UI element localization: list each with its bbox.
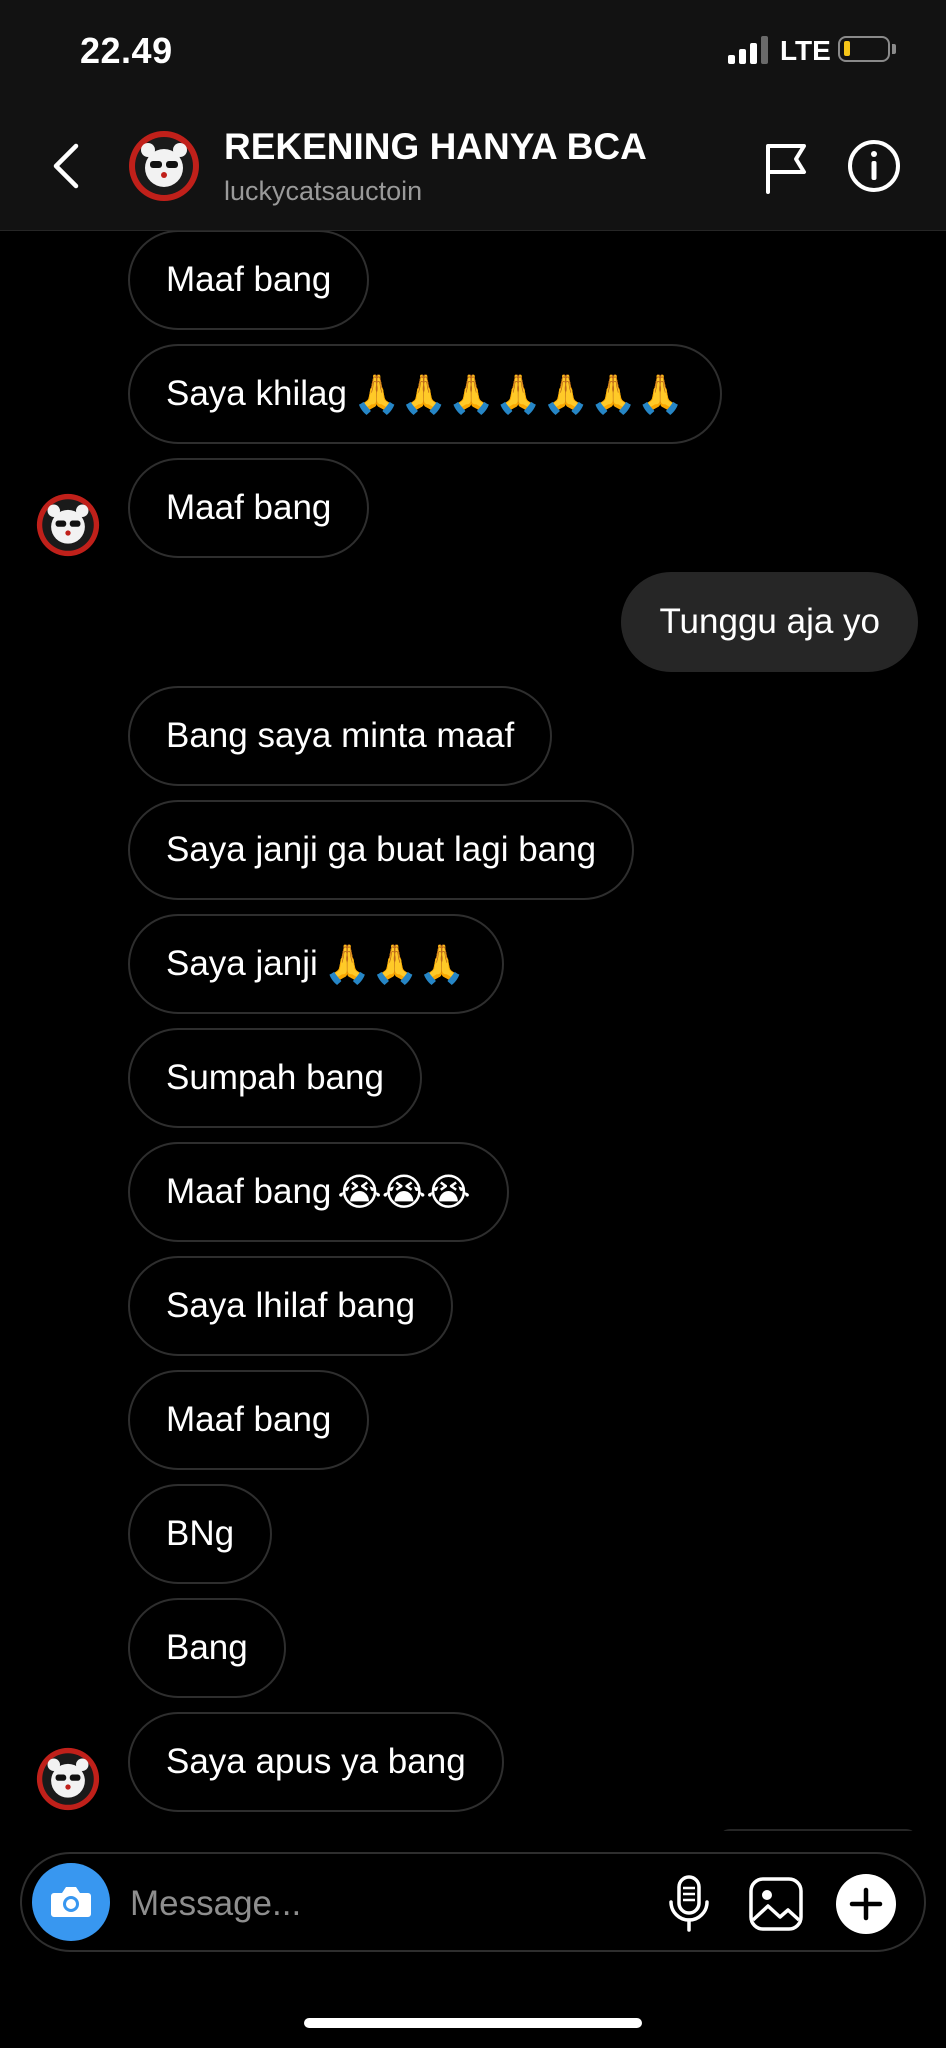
message-text: Saya apus ya bang (166, 1742, 466, 1781)
message-composer (20, 1852, 926, 1952)
message-bubble-incoming[interactable]: Sumpah bang (128, 1028, 422, 1128)
camera-icon (51, 1887, 91, 1917)
message-input[interactable] (128, 1868, 672, 1940)
message-bubble-incoming[interactable]: Bang saya minta maaf (128, 686, 553, 786)
plus-icon (849, 1887, 883, 1921)
message-bubble-incoming[interactable]: Saya janji 🙏🙏🙏 (128, 914, 504, 1014)
message-text: Bang saya minta maaf (166, 716, 515, 755)
info-button[interactable] (846, 138, 902, 194)
chat-header: REKENING HANYA BCA luckycatsauctoin (0, 100, 946, 231)
message-bubble-incoming[interactable]: BNg (128, 1484, 273, 1584)
network-label: LTE (780, 35, 831, 66)
message-bubble-incoming[interactable]: Bang (128, 1598, 286, 1698)
back-icon (53, 143, 79, 189)
message-text: Maaf bang (166, 488, 332, 527)
gallery-button[interactable] (746, 1874, 806, 1934)
pray-emoji: 🙏🙏🙏🙏🙏🙏🙏 (352, 371, 685, 416)
message-text: Tunggu aja yo (659, 602, 880, 641)
back-button[interactable] (42, 138, 90, 194)
status-bar: 22.49 LTE (0, 0, 946, 100)
battery-icon (838, 36, 890, 62)
gallery-icon (749, 1877, 803, 1931)
flag-icon (766, 144, 806, 194)
message-bubble-incoming[interactable]: Maaf bang (128, 1370, 370, 1470)
message-text: Saya janji (166, 944, 318, 983)
chat-title: REKENING HANYA BCA (224, 126, 647, 167)
message-text: Saya janji ga buat lagi bang (166, 830, 597, 869)
message-bubble-incoming[interactable]: Saya apus ya bang (128, 1712, 504, 1812)
message-thread[interactable]: Maaf bang Saya khilag 🙏🙏🙏🙏🙏🙏🙏 Maaf bang … (0, 231, 946, 1831)
message-text: Maaf bang (166, 1172, 332, 1211)
message-text: Saya khilag (166, 374, 347, 413)
pray-emoji: 🙏🙏🙏 (323, 941, 466, 986)
avatar[interactable] (36, 1747, 100, 1811)
message-text: Saya lhilaf bang (166, 1286, 416, 1325)
message-bubble-incoming[interactable]: Saya lhilaf bang (128, 1256, 454, 1356)
message-bubble-incoming[interactable]: Maaf bang (128, 231, 370, 330)
message-bubble-incoming[interactable]: Saya janji ga buat lagi bang (128, 800, 635, 900)
message-bubble-incoming[interactable]: Maaf bang 😭😭😭 (128, 1142, 509, 1242)
message-text: Maaf bang (166, 260, 332, 299)
message-bubble-outgoing[interactable]: Tunggu aja yo (621, 572, 918, 672)
chat-screen: 22.49 LTE REKENING HANYA BCA luckycatsau… (0, 0, 946, 2048)
status-time: 22.49 (80, 30, 173, 71)
message-bubble-incoming[interactable]: Maaf bang (128, 458, 370, 558)
home-indicator[interactable] (304, 2018, 642, 2028)
chat-username: luckycatsauctoin (224, 176, 423, 206)
message-text: BNg (166, 1514, 235, 1553)
info-icon (848, 140, 900, 192)
avatar[interactable] (36, 493, 100, 557)
message-bubble-outgoing-partial[interactable] (718, 1829, 918, 1831)
message-text: Sumpah bang (166, 1058, 384, 1097)
avatar[interactable] (128, 130, 200, 202)
crying-emoji: 😭😭😭 (337, 1170, 471, 1214)
camera-button[interactable] (32, 1863, 110, 1941)
message-text: Maaf bang (166, 1400, 332, 1439)
signal-icon (728, 36, 770, 64)
microphone-icon (669, 1875, 709, 1932)
microphone-button[interactable] (662, 1874, 716, 1934)
message-text: Bang (166, 1628, 248, 1667)
report-button[interactable] (760, 140, 812, 196)
message-bubble-incoming[interactable]: Saya khilag 🙏🙏🙏🙏🙏🙏🙏 (128, 344, 723, 444)
more-button[interactable] (836, 1874, 896, 1934)
battery-cap (892, 44, 896, 54)
